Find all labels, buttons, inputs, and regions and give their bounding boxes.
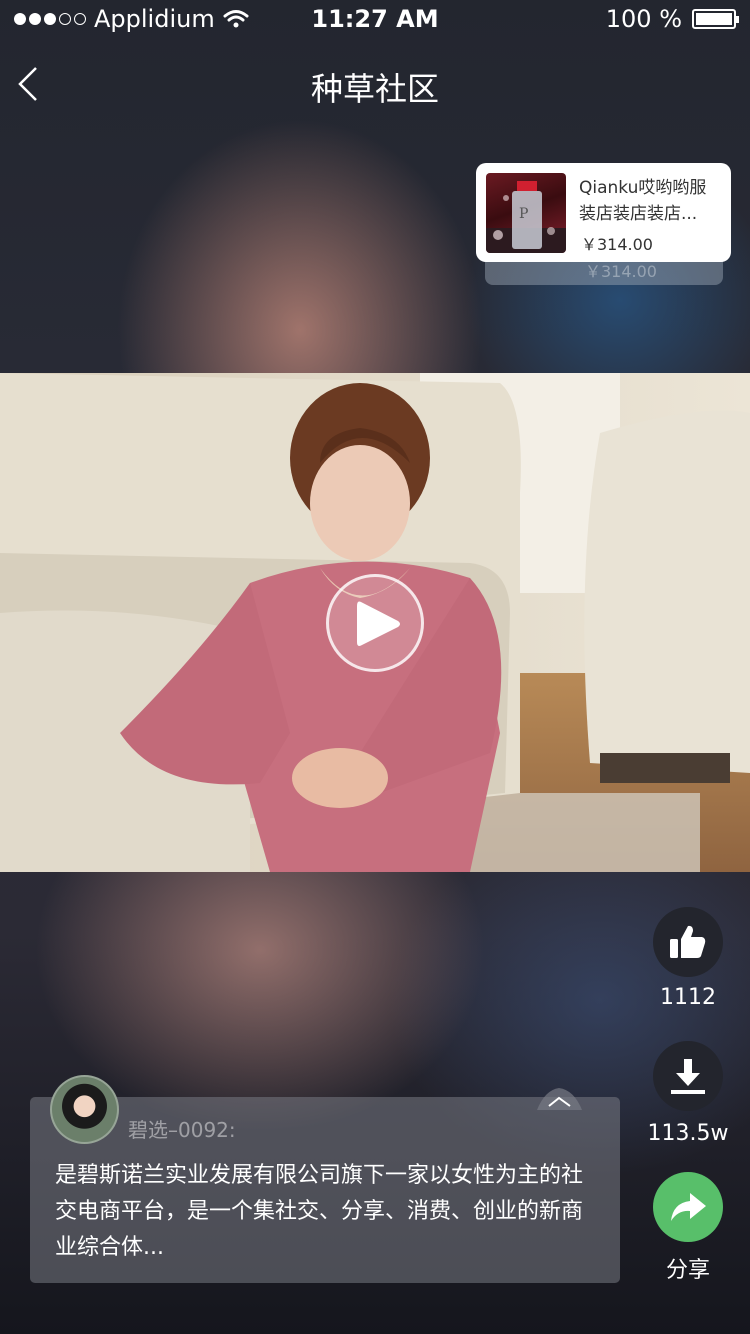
play-icon	[357, 601, 400, 646]
thumbs-up-icon	[670, 925, 706, 958]
comment-username: 碧选–0092:	[128, 1118, 236, 1142]
download-action[interactable]: 113.5w	[648, 1041, 728, 1146]
download-icon	[671, 1059, 705, 1094]
product-thumbnail: P	[486, 173, 566, 253]
expand-toggle[interactable]	[537, 1086, 582, 1110]
page-title: 种草社区	[310, 70, 439, 108]
download-button[interactable]	[653, 1041, 723, 1111]
battery-label: 100 %	[605, 5, 682, 33]
product-price: ￥314.00	[581, 235, 653, 254]
product-name: Qianku哎哟哟服装店装店装店...	[579, 178, 707, 224]
chevron-up-icon	[537, 1088, 582, 1110]
share-action[interactable]: 分享	[653, 1172, 723, 1283]
nav-bar: 种草社区	[0, 50, 750, 120]
play-button[interactable]	[326, 574, 424, 672]
like-count: 1112	[660, 985, 716, 1010]
share-arrow-icon	[671, 1193, 706, 1221]
avatar[interactable]	[50, 1075, 119, 1144]
status-bar: Applidium 11:27 AM 100 %	[0, 0, 750, 40]
share-label: 分享	[665, 1258, 710, 1283]
svg-text:P: P	[519, 206, 528, 222]
share-button[interactable]	[653, 1172, 723, 1242]
battery-icon	[692, 9, 739, 29]
status-right: 100 %	[605, 5, 739, 33]
comment-text: 是碧斯诺兰实业发展有限公司旗下一家以女性为主的社交电商平台，是一个集社交、分享、…	[55, 1163, 584, 1260]
like-action[interactable]: 1112	[653, 907, 723, 1010]
product-card[interactable]: P Qianku哎哟哟服装店装店装店... ￥314.00	[476, 163, 731, 262]
download-count: 113.5w	[647, 1121, 729, 1146]
like-button[interactable]	[653, 907, 723, 977]
